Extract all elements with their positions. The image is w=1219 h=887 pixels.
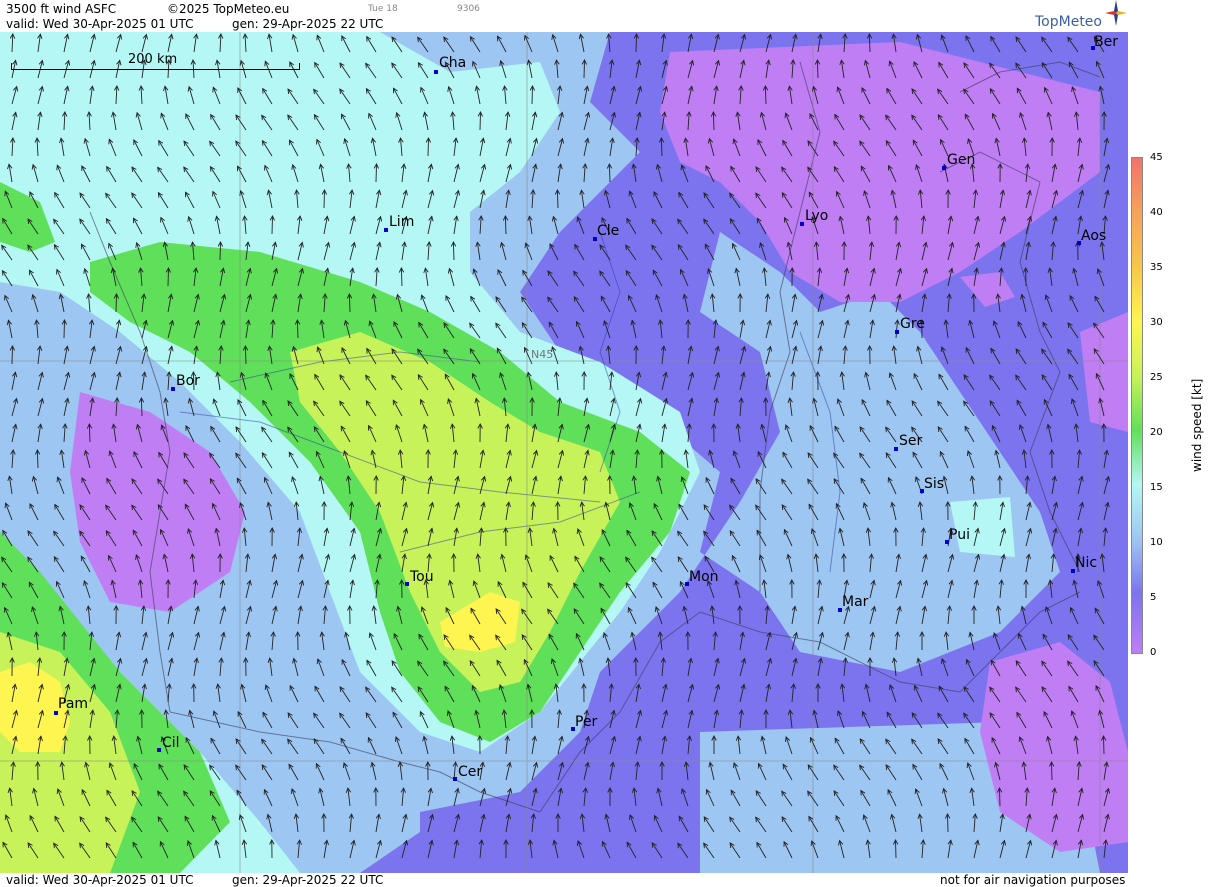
city-label-ber: Ber [1094, 34, 1118, 50]
wind-arrow [323, 189, 325, 209]
legend-tick: 20 [1150, 427, 1163, 438]
wind-arrow [556, 189, 559, 209]
wind-arrow [140, 397, 143, 417]
legend-tick: 10 [1150, 537, 1163, 548]
wind-arrow [167, 267, 169, 287]
wind-arrow [348, 293, 351, 313]
city-label-lyo: Lyo [805, 208, 829, 224]
wind-arrow [1051, 761, 1053, 781]
city-dot [157, 748, 161, 752]
city-label-cil: Cil [162, 735, 180, 751]
wind-arrow [660, 137, 663, 157]
scale-label: 200 km [128, 52, 178, 67]
wind-arrow [115, 293, 117, 313]
wind-arrow [296, 319, 299, 339]
wind-arrow [816, 59, 819, 79]
compass-icon [1105, 0, 1127, 26]
wind-arrow [427, 137, 429, 157]
wind-arrow [947, 813, 949, 833]
valid-time: valid: Wed 30-Apr-2025 01 UTC [6, 17, 194, 31]
wind-arrow [452, 241, 455, 261]
city-label-pam: Pam [58, 696, 89, 712]
city-label-ser: Ser [899, 433, 923, 449]
legend-tick: 45 [1150, 152, 1163, 163]
wind-arrow [63, 319, 65, 339]
city-label-cle: Cle [597, 223, 620, 239]
wind-arrow [375, 163, 377, 183]
legend-tick: 15 [1150, 482, 1163, 493]
legend-tick: 35 [1150, 262, 1163, 273]
wind-arrow [244, 345, 247, 365]
wind-arrow [88, 423, 91, 443]
city-label-bor: Bor [176, 373, 200, 389]
copyright: ©2025 TopMeteo.eu [167, 2, 290, 16]
legend-tick: 5 [1150, 592, 1157, 603]
legend-tick: 0 [1150, 647, 1157, 658]
city-label-gen: Gen [947, 152, 976, 168]
wind-arrow [712, 111, 715, 131]
city-label-per: Per [575, 714, 598, 730]
city-dot [800, 222, 804, 226]
wind-arrow [635, 33, 637, 53]
logo-text: TopMeteo [1035, 14, 1102, 30]
disclaimer: not for air navigation purposes [940, 873, 1126, 887]
run-code-label: 9306 [457, 4, 480, 14]
city-dot [453, 777, 457, 781]
city-label-tou: Tou [410, 569, 434, 585]
city-label-pui: Pui [949, 527, 970, 543]
city-label-cha: Cha [439, 55, 467, 71]
wind-arrow [1103, 735, 1105, 755]
wind-arrow [36, 449, 39, 469]
city-dot [405, 582, 409, 586]
wind-arrow [895, 839, 897, 859]
product-title: 3500 ft wind ASFC [6, 2, 117, 16]
city-label-lim: Lim [389, 214, 415, 230]
wind-arrow [271, 215, 273, 235]
city-label-mon: Mon [689, 569, 719, 585]
wind-arrow [400, 267, 403, 287]
topmeteo-logo: TopMeteo [1035, 0, 1127, 30]
city-label-mar: Mar [842, 594, 869, 610]
wind-arrow [868, 33, 871, 53]
city-label-sis: Sis [924, 476, 945, 492]
city-label-aos: Aos [1081, 228, 1107, 244]
footer-valid-time: valid: Wed 30-Apr-2025 01 UTC [6, 873, 194, 887]
city-label-gre: Gre [900, 316, 925, 332]
wind-arrow [11, 345, 13, 365]
wind-arrow [764, 85, 767, 105]
wind-arrow [531, 85, 533, 105]
wind-arrow [504, 215, 507, 235]
legend-tick: 25 [1150, 372, 1163, 383]
footer-generated-time: gen: 29-Apr-2025 22 UTC [232, 873, 384, 887]
city-dot [434, 70, 438, 74]
latitude-label: N45 [531, 348, 554, 361]
city-dot [942, 166, 946, 170]
city-dot [384, 228, 388, 232]
generated-time: gen: 29-Apr-2025 22 UTC [232, 17, 384, 31]
city-label-cer: Cer [458, 764, 483, 780]
legend-tick: 40 [1150, 207, 1163, 218]
legend-tick: 30 [1150, 317, 1163, 328]
wind-arrow [583, 59, 585, 79]
legend-unit: wind speed [kt] [1190, 378, 1204, 472]
wind-arrow [608, 163, 611, 183]
wind-arrow [219, 241, 221, 261]
city-dot [895, 330, 899, 334]
wind-arrow [999, 787, 1001, 807]
run-day-label: Tue 18 [368, 4, 398, 14]
city-dot [894, 447, 898, 451]
wind-speed-colorbar [1131, 157, 1143, 654]
city-dot [171, 387, 175, 391]
city-label-nic: Nic [1075, 555, 1098, 571]
wind-arrow [479, 111, 481, 131]
